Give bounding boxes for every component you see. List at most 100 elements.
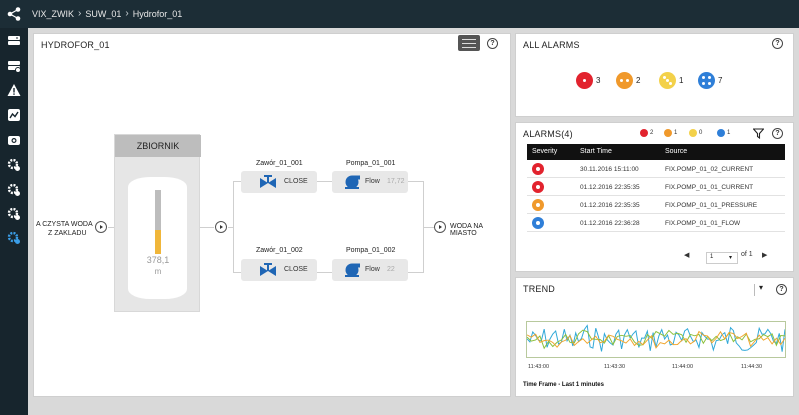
panel-title: ALL ALARMS [523, 40, 580, 50]
page-number: 1 [710, 254, 714, 260]
alarm-count: 1 [679, 76, 684, 85]
outlet-port-button[interactable] [434, 221, 446, 233]
mini-count-critical[interactable]: 2 [640, 129, 653, 137]
column-header[interactable]: Start Time [580, 148, 612, 155]
mini-count: 0 [699, 130, 703, 136]
alarm-count-major[interactable]: 2 [616, 72, 640, 89]
next-page-icon[interactable]: ▶ [762, 251, 767, 259]
panel-title: TREND [523, 284, 555, 294]
divider [754, 284, 755, 296]
pump-value: 22 [387, 266, 395, 273]
chevron-right-icon: › [125, 8, 129, 19]
inlet-label-2: Z ZAKLADU [48, 230, 87, 237]
dropdown-caret-icon[interactable]: ▾ [759, 283, 763, 292]
alarm-count-info[interactable]: 7 [698, 72, 722, 89]
pump-widget[interactable]: Flow 17,72 [332, 171, 408, 193]
sidebar-item-camera[interactable] [5, 131, 23, 149]
gear-icon [7, 158, 20, 171]
tank-level-bar [155, 190, 161, 254]
valve-icon [260, 175, 276, 188]
column-header[interactable]: Source [665, 148, 687, 155]
alarm-count: 2 [636, 76, 641, 85]
sidebar [0, 28, 28, 415]
sidebar-item-settings-2[interactable] [5, 181, 23, 199]
pump-label: Flow [365, 178, 380, 185]
breadcrumb-item[interactable]: Hydrofor_01 [133, 9, 183, 19]
valve-widget[interactable]: CLOSE [241, 259, 317, 281]
sidebar-item-alarms[interactable] [5, 81, 23, 99]
mini-count: 2 [650, 130, 654, 136]
pipe [200, 227, 214, 228]
help-icon[interactable]: ? [776, 284, 787, 295]
sidebar-item-settings-1[interactable] [5, 156, 23, 174]
outlet-label: WODA NA MIASTO [450, 223, 483, 237]
mini-count: 1 [674, 130, 678, 136]
filter-icon[interactable] [753, 128, 764, 139]
pump-widget[interactable]: Flow 22 [332, 259, 408, 281]
pipe [108, 227, 114, 228]
x-tick: 11:44:00 [672, 364, 694, 370]
severity-minor-icon [689, 129, 697, 137]
severity-major-icon [664, 129, 672, 137]
alarm-count-critical[interactable]: 3 [576, 72, 600, 89]
mini-count-major[interactable]: 1 [664, 129, 677, 137]
breadcrumb-item[interactable]: SUW_01 [85, 9, 121, 19]
alarm-count: 7 [718, 76, 723, 85]
column-header[interactable]: Severity [532, 148, 557, 155]
page-select[interactable]: 1 ▾ [706, 252, 738, 264]
valve-name: Zawór_01_001 [256, 160, 303, 167]
camera-icon [8, 136, 20, 145]
pump-name: Pompa_01_001 [346, 160, 396, 167]
valve-state: CLOSE [284, 178, 308, 185]
table-row[interactable]: 30.11.2016 15:11:00 FIX.POMP_01_02_CURRE… [527, 161, 785, 178]
help-icon[interactable]: ? [772, 38, 783, 49]
valve-icon [260, 263, 276, 276]
table-row[interactable]: 01.12.2016 22:35:35 FIX.POMP_01_01_PRESS… [527, 197, 785, 214]
prev-page-icon[interactable]: ◀ [684, 251, 689, 259]
severity-icon [532, 217, 544, 229]
mini-count-minor[interactable]: 0 [689, 129, 702, 137]
severity-major-icon [616, 72, 633, 89]
share-nodes-icon[interactable] [6, 6, 22, 22]
breadcrumb-item[interactable]: VIX_ZWIK [32, 9, 74, 19]
panel-title: HYDROFOR_01 [41, 40, 110, 50]
valve-widget[interactable]: CLOSE [241, 171, 317, 193]
mini-count-info[interactable]: 1 [717, 129, 730, 137]
tank-level-fill [155, 229, 161, 254]
help-icon[interactable]: ? [487, 38, 498, 49]
time-frame-label: Time Frame - Last 1 minutes [523, 382, 604, 388]
tank-value: 378,1 [146, 255, 170, 265]
sidebar-item-chart[interactable] [5, 106, 23, 124]
pipe [423, 227, 434, 228]
table-row[interactable]: 01.12.2016 22:36:28 FIX.POMP_01_01_FLOW [527, 215, 785, 232]
alarm-count-minor[interactable]: 1 [659, 72, 683, 89]
sidebar-item-database-list[interactable] [5, 57, 23, 75]
database-list-icon [8, 61, 21, 73]
gears-icon [7, 231, 20, 244]
sidebar-item-database[interactable] [5, 32, 23, 50]
chevron-right-icon: › [78, 8, 82, 19]
sidebar-item-settings-active[interactable] [5, 229, 23, 247]
settings-sliders-button[interactable] [458, 35, 480, 51]
gear-icon [7, 207, 20, 220]
row-source: FIX.POMP_01_01_CURRENT [665, 184, 754, 191]
x-tick: 11:44:30 [741, 364, 763, 370]
table-row[interactable]: 01.12.2016 22:35:35 FIX.POMP_01_01_CURRE… [527, 179, 785, 196]
chevron-down-icon: ▾ [729, 255, 733, 261]
inlet-port-button[interactable] [95, 221, 107, 233]
pipe [233, 181, 234, 273]
row-source: FIX.POMP_01_01_FLOW [665, 220, 741, 227]
pump-name: Pompa_01_002 [346, 247, 396, 254]
hydrofor-panel: HYDROFOR_01 ? ZBIORNIK 378,1 m A CZYSTA … [33, 33, 511, 397]
database-icon [8, 36, 20, 45]
sidebar-item-settings-3[interactable] [5, 205, 23, 223]
warning-icon [7, 84, 21, 96]
alarms-table-header: Severity Start Time Source [527, 144, 785, 160]
help-icon[interactable]: ? [772, 128, 783, 139]
valve-name: Zawór_01_002 [256, 247, 303, 254]
tank-unit: m [154, 267, 162, 276]
alarm-count: 3 [596, 76, 601, 85]
trend-plot[interactable] [526, 321, 786, 358]
junction-port-button[interactable] [215, 221, 227, 233]
severity-info-icon [698, 72, 715, 89]
